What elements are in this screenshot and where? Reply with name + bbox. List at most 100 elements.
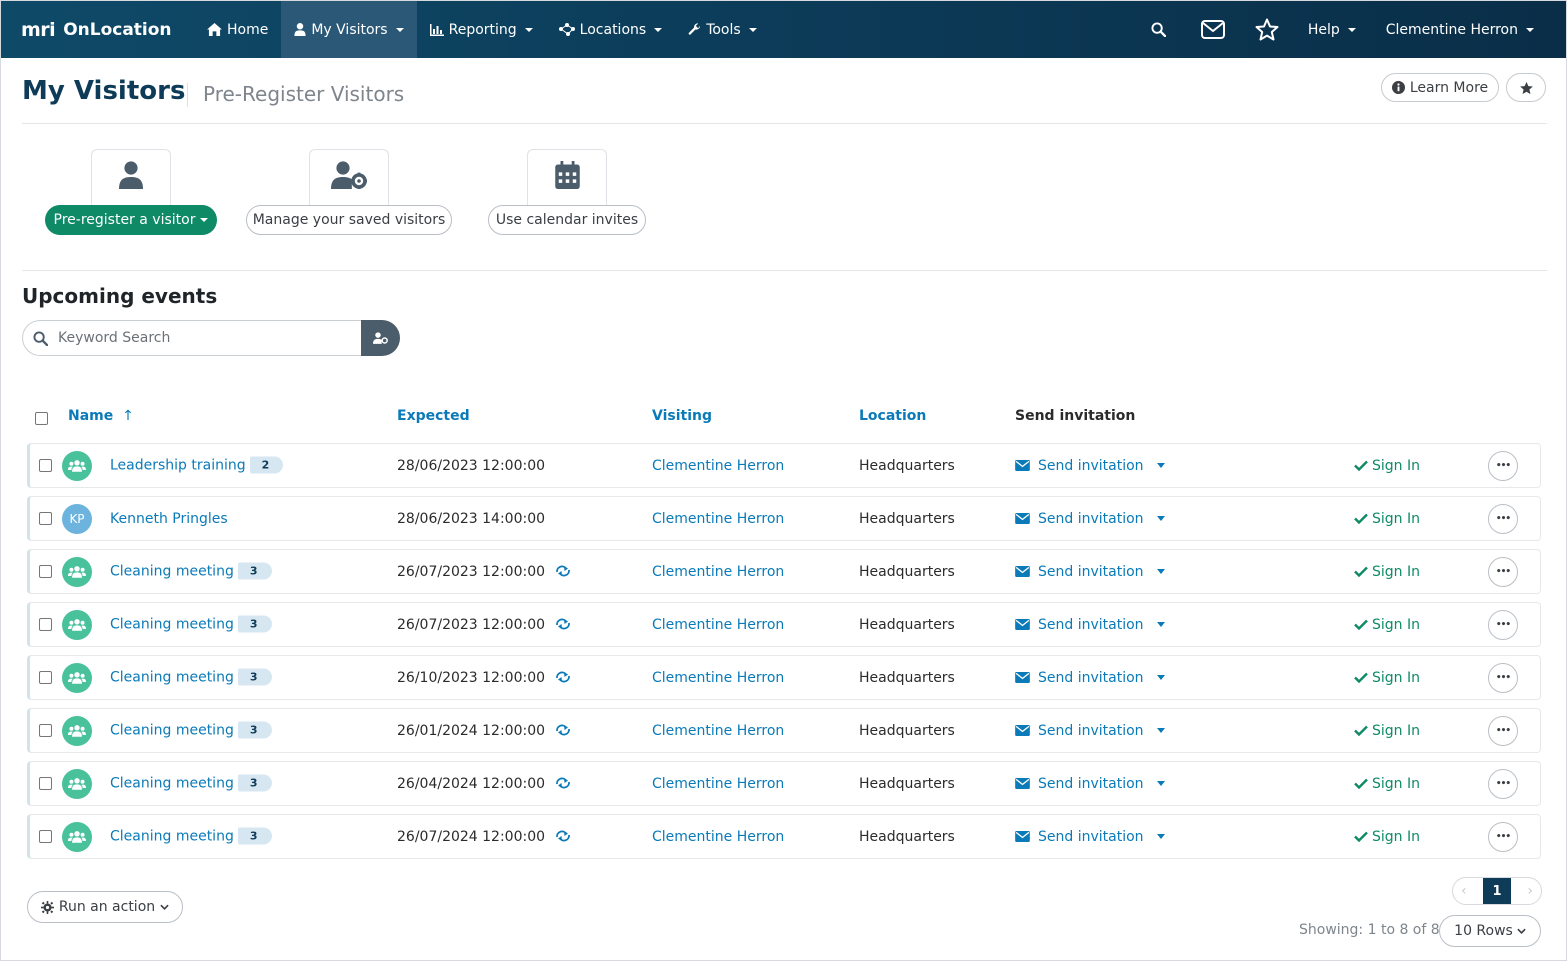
visiting-host-link[interactable]: Clementine Herron bbox=[652, 829, 784, 845]
sign-in-button[interactable]: Sign In bbox=[1354, 723, 1420, 739]
select-all-checkbox[interactable] bbox=[35, 412, 48, 425]
nav-tools[interactable]: Tools bbox=[675, 1, 770, 58]
more-options-button[interactable]: ••• bbox=[1488, 768, 1518, 799]
sign-in-button[interactable]: Sign In bbox=[1354, 511, 1420, 527]
visitor-name-link[interactable]: Cleaning meeting bbox=[110, 616, 234, 632]
visiting-host-link[interactable]: Clementine Herron bbox=[652, 670, 784, 686]
title-divider bbox=[187, 83, 188, 107]
learn-more-button[interactable]: Learn More bbox=[1381, 73, 1499, 102]
sign-in-button[interactable]: Sign In bbox=[1354, 829, 1420, 845]
run-action-button[interactable]: Run an action bbox=[27, 891, 183, 923]
visiting-host-link[interactable]: Clementine Herron bbox=[652, 458, 784, 474]
send-invitation-dropdown[interactable]: Send invitation bbox=[1015, 723, 1165, 739]
row-checkbox[interactable] bbox=[39, 671, 52, 684]
more-options-button[interactable]: ••• bbox=[1488, 662, 1518, 693]
tile-calendar-invites[interactable] bbox=[527, 149, 607, 209]
nav-locations[interactable]: Locations bbox=[546, 1, 676, 58]
gear-icon bbox=[40, 900, 54, 914]
search-filter-button[interactable] bbox=[361, 320, 400, 356]
row-checkbox[interactable] bbox=[39, 512, 52, 525]
send-invitation-dropdown[interactable]: Send invitation bbox=[1015, 670, 1165, 686]
page-1-button[interactable]: 1 bbox=[1483, 878, 1511, 904]
visitor-name-link[interactable]: Leadership training bbox=[110, 457, 246, 473]
visitor-name-link[interactable]: Cleaning meeting bbox=[110, 563, 234, 579]
nav-reporting[interactable]: Reporting bbox=[417, 1, 546, 58]
search-button[interactable] bbox=[1132, 1, 1186, 58]
row-checkbox[interactable] bbox=[39, 459, 52, 472]
sign-in-button[interactable]: Sign In bbox=[1354, 670, 1420, 686]
column-header-location[interactable]: Location bbox=[859, 408, 926, 424]
send-invitation-dropdown[interactable]: Send invitation bbox=[1015, 564, 1165, 580]
nav-help[interactable]: Help bbox=[1294, 1, 1372, 58]
sign-in-button[interactable]: Sign In bbox=[1354, 776, 1420, 792]
row-checkbox[interactable] bbox=[39, 618, 52, 631]
expected-cell: 26/07/2023 12:00:00 bbox=[397, 617, 571, 633]
visitor-name-link[interactable]: Cleaning meeting bbox=[110, 775, 234, 791]
use-calendar-invites-button[interactable]: Use calendar invites bbox=[488, 205, 646, 235]
tile-manage-saved[interactable] bbox=[309, 149, 389, 209]
messages-button[interactable] bbox=[1186, 1, 1240, 58]
rows-per-page-select[interactable]: 10 Rows bbox=[1439, 915, 1541, 947]
send-invitation-dropdown[interactable]: Send invitation bbox=[1015, 458, 1165, 474]
sign-in-button[interactable]: Sign In bbox=[1354, 617, 1420, 633]
avatar bbox=[62, 662, 92, 693]
nav-reporting-label: Reporting bbox=[448, 21, 517, 38]
user-icon bbox=[119, 160, 143, 189]
visiting-host-link[interactable]: Clementine Herron bbox=[652, 776, 784, 792]
expected-time: 28/06/2023 12:00:00 bbox=[397, 457, 546, 474]
showing-count: Showing: 1 to 8 of 8 bbox=[1299, 922, 1440, 938]
row-checkbox[interactable] bbox=[39, 565, 52, 578]
favorites-button[interactable] bbox=[1240, 1, 1294, 58]
visitor-name-cell: Cleaning meeting 3 bbox=[110, 827, 272, 845]
calendar-invites-label: Use calendar invites bbox=[495, 212, 639, 228]
visitor-name-link[interactable]: Kenneth Pringles bbox=[110, 511, 228, 527]
attendee-count-badge: 3 bbox=[237, 562, 272, 579]
send-invitation-label: Send invitation bbox=[1038, 669, 1144, 686]
ellipsis-icon: ••• bbox=[1495, 672, 1511, 683]
visiting-host-link[interactable]: Clementine Herron bbox=[652, 617, 784, 633]
chevron-down-icon bbox=[1156, 622, 1165, 627]
tile-pre-register[interactable] bbox=[91, 149, 171, 209]
row-checkbox[interactable] bbox=[39, 777, 52, 790]
brand[interactable]: mri OnLocation bbox=[1, 1, 194, 58]
send-invitation-dropdown[interactable]: Send invitation bbox=[1015, 776, 1165, 792]
more-options-button[interactable]: ••• bbox=[1488, 450, 1518, 481]
pre-register-visitor-button[interactable]: Pre-register a visitor bbox=[45, 205, 217, 235]
sign-in-button[interactable]: Sign In bbox=[1354, 458, 1420, 474]
send-invitation-dropdown[interactable]: Send invitation bbox=[1015, 511, 1165, 527]
more-options-button[interactable]: ••• bbox=[1488, 821, 1518, 852]
row-checkbox[interactable] bbox=[39, 724, 52, 737]
avatar-initials: KP bbox=[69, 511, 85, 526]
column-header-name[interactable]: Name ↑ bbox=[68, 408, 134, 424]
more-options-button[interactable]: ••• bbox=[1488, 503, 1518, 534]
row-checkbox[interactable] bbox=[39, 830, 52, 843]
sign-in-label: Sign In bbox=[1372, 510, 1420, 527]
manage-saved-visitors-button[interactable]: Manage your saved visitors bbox=[246, 205, 452, 235]
sign-in-label: Sign In bbox=[1372, 722, 1420, 739]
more-options-button[interactable]: ••• bbox=[1488, 609, 1518, 640]
send-invitation-dropdown[interactable]: Send invitation bbox=[1015, 829, 1165, 845]
visitor-name-link[interactable]: Cleaning meeting bbox=[110, 722, 234, 738]
mri-logo: mri bbox=[21, 18, 56, 41]
sign-in-button[interactable]: Sign In bbox=[1354, 564, 1420, 580]
prev-page-button[interactable]: ‹ bbox=[1461, 883, 1467, 899]
check-icon bbox=[1354, 460, 1368, 471]
send-invitation-dropdown[interactable]: Send invitation bbox=[1015, 617, 1165, 633]
nav-user-menu[interactable]: Clementine Herron bbox=[1372, 1, 1566, 58]
column-header-expected[interactable]: Expected bbox=[397, 408, 470, 424]
more-options-button[interactable]: ••• bbox=[1488, 556, 1518, 587]
bar-chart-icon bbox=[429, 23, 444, 36]
nav-my-visitors[interactable]: My Visitors bbox=[281, 1, 417, 58]
visitor-name-link[interactable]: Cleaning meeting bbox=[110, 669, 234, 685]
pagination: ‹ 1 › bbox=[1452, 877, 1542, 905]
favorite-page-button[interactable] bbox=[1506, 73, 1546, 102]
visiting-host-link[interactable]: Clementine Herron bbox=[652, 564, 784, 580]
nav-home[interactable]: Home bbox=[194, 1, 281, 58]
more-options-button[interactable]: ••• bbox=[1488, 715, 1518, 746]
column-header-visiting[interactable]: Visiting bbox=[652, 408, 712, 424]
visiting-host-link[interactable]: Clementine Herron bbox=[652, 511, 784, 527]
visiting-host-link[interactable]: Clementine Herron bbox=[652, 723, 784, 739]
visitor-name-link[interactable]: Cleaning meeting bbox=[110, 828, 234, 844]
keyword-search-input[interactable] bbox=[58, 330, 338, 346]
next-page-button[interactable]: › bbox=[1527, 883, 1533, 899]
